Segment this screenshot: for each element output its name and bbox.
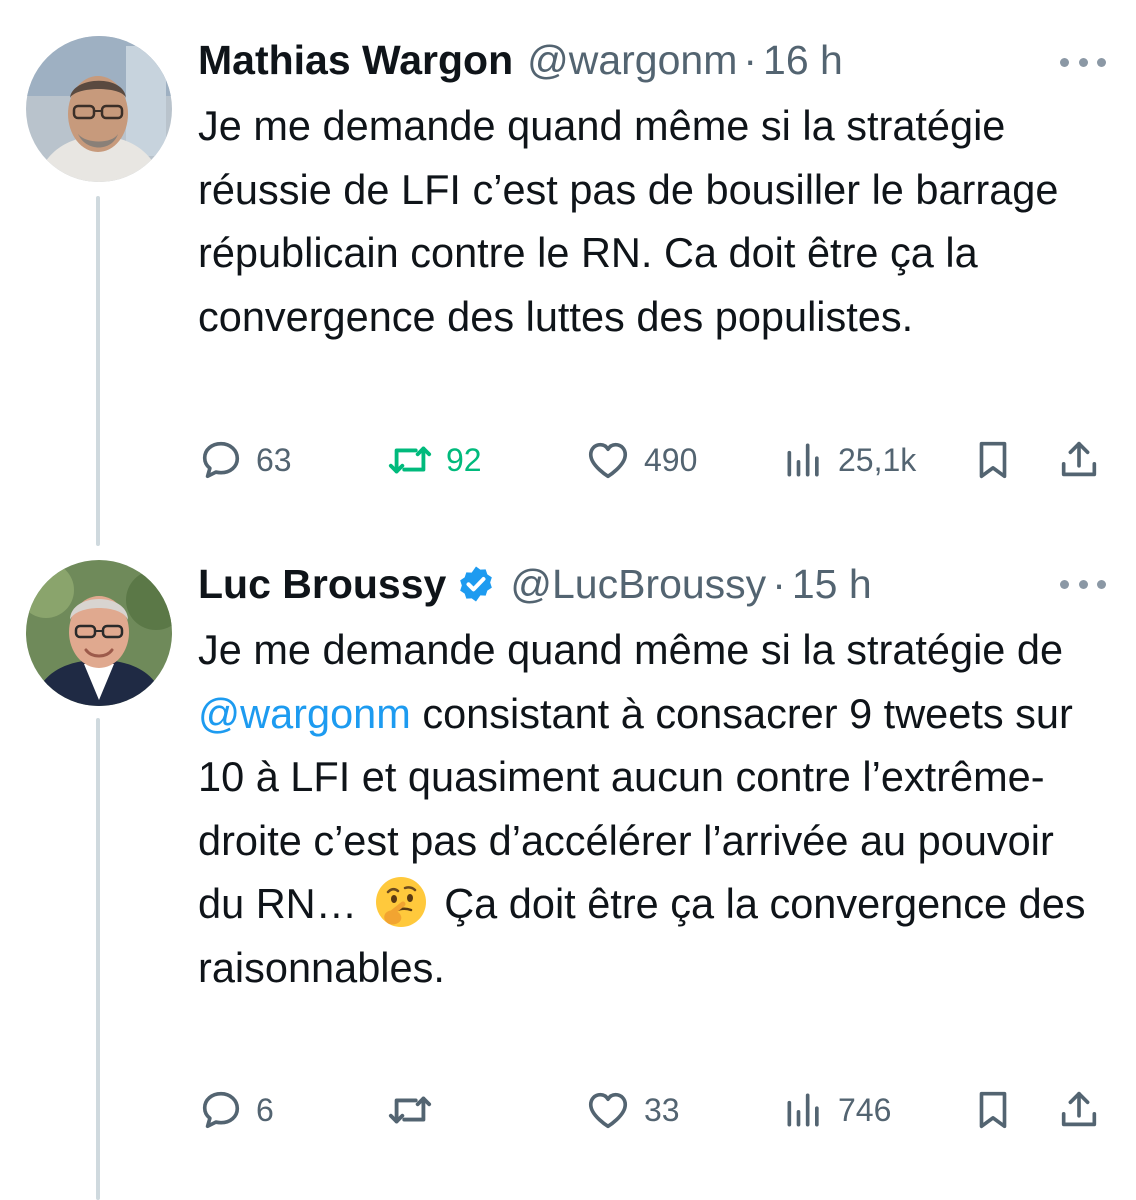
- tweet-time[interactable]: 16 h: [763, 37, 843, 84]
- share-icon: [1056, 436, 1102, 484]
- thread-line: [96, 718, 100, 1200]
- like-button[interactable]: 33: [584, 1080, 680, 1140]
- tweet-time[interactable]: 15 h: [792, 561, 872, 608]
- tweet-header: Mathias Wargon @wargonm · 16 h: [198, 32, 843, 88]
- thinking-face-icon: [373, 874, 429, 930]
- views-count: 25,1k: [838, 441, 917, 478]
- text-before-mention: Je me demande quand même si la stratégie…: [198, 626, 1064, 673]
- share-icon: [1056, 1086, 1102, 1134]
- mention-link[interactable]: @wargonm: [198, 690, 411, 737]
- bookmark-button[interactable]: [970, 1080, 1016, 1140]
- tweet-text: Je me demande quand même si la stratégie…: [198, 618, 1108, 999]
- tweet-header: Luc Broussy @LucBroussy · 15 h: [198, 556, 872, 612]
- reply-count: 63: [256, 441, 292, 478]
- author-handle[interactable]: @wargonm: [527, 37, 737, 84]
- repost-count: 92: [446, 441, 482, 478]
- repost-icon: [386, 1087, 434, 1133]
- views-button[interactable]: 25,1k: [782, 430, 916, 490]
- heart-icon: [584, 1087, 632, 1133]
- author-name[interactable]: Mathias Wargon: [198, 37, 513, 84]
- views-button[interactable]: 746: [782, 1080, 891, 1140]
- reply-icon: [198, 1087, 244, 1133]
- tweet-1[interactable]: Mathias Wargon @wargonm · 16 h Je me dem…: [0, 0, 1136, 546]
- author-handle[interactable]: @LucBroussy: [510, 561, 766, 608]
- action-bar: 63 92 490 25,1k: [198, 430, 1108, 490]
- verified-badge-icon[interactable]: [456, 564, 496, 604]
- more-icon[interactable]: [1060, 574, 1106, 594]
- reply-count: 6: [256, 1091, 274, 1128]
- avatar-luc-broussy[interactable]: [26, 560, 172, 706]
- repost-icon: [386, 437, 434, 483]
- like-count: 490: [644, 441, 698, 478]
- avatar-mathias-wargon[interactable]: [26, 36, 172, 182]
- reply-button[interactable]: 6: [198, 1080, 274, 1140]
- share-button[interactable]: [1056, 1080, 1102, 1140]
- reply-icon: [198, 437, 244, 483]
- author-name[interactable]: Luc Broussy: [198, 561, 446, 608]
- repost-button[interactable]: 92: [386, 430, 482, 490]
- views-count: 746: [838, 1091, 892, 1128]
- thread-line: [96, 196, 100, 546]
- views-icon: [782, 437, 826, 483]
- bookmark-icon: [970, 436, 1016, 484]
- bookmark-icon: [970, 1086, 1016, 1134]
- share-button[interactable]: [1056, 430, 1102, 490]
- heart-icon: [584, 437, 632, 483]
- bookmark-button[interactable]: [970, 430, 1016, 490]
- views-icon: [782, 1087, 826, 1133]
- tweet-2[interactable]: Luc Broussy @LucBroussy · 15 h Je me dem…: [0, 530, 1136, 1200]
- like-count: 33: [644, 1091, 680, 1128]
- action-bar: 6 33 746: [198, 1080, 1108, 1140]
- tweet-text: Je me demande quand même si la stratégie…: [198, 102, 1059, 340]
- separator-dot: ·: [743, 36, 758, 83]
- separator-dot: ·: [772, 560, 786, 607]
- more-icon[interactable]: [1060, 52, 1106, 72]
- reply-button[interactable]: 63: [198, 430, 292, 490]
- like-button[interactable]: 490: [584, 430, 697, 490]
- repost-button[interactable]: [386, 1080, 446, 1140]
